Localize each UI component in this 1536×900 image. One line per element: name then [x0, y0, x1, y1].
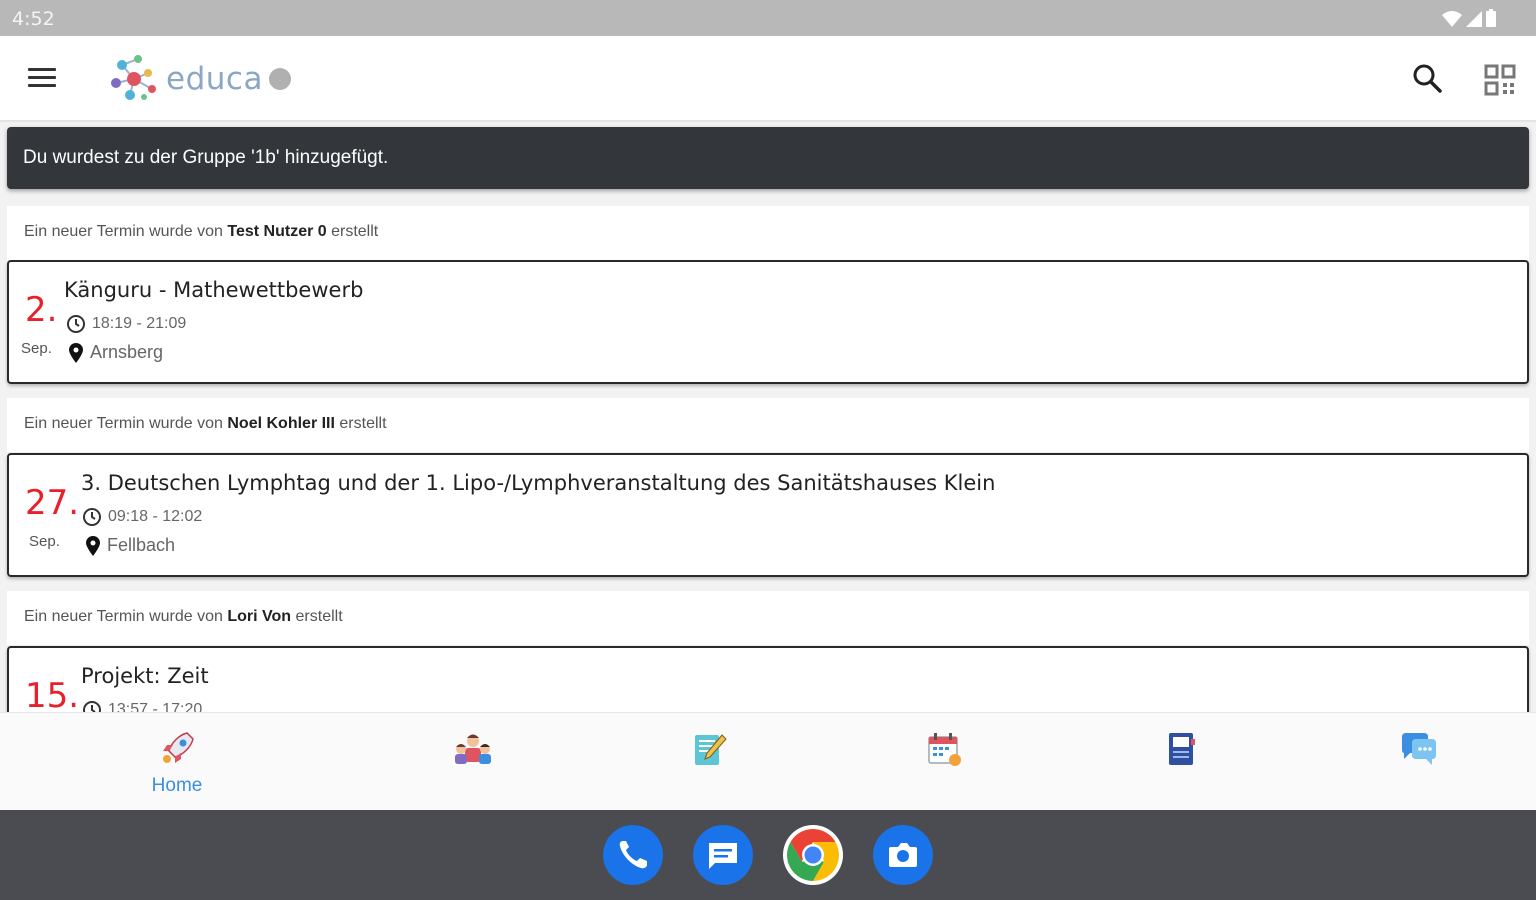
notice-author: Lori Von [227, 608, 292, 625]
event-month: Sep. [29, 533, 60, 550]
nav-chat[interactable] [1300, 713, 1536, 811]
clock-icon [83, 508, 101, 526]
qr-code-icon [1484, 64, 1516, 96]
event-month: Sep. [21, 340, 52, 357]
event-time-text: 09:18 - 12:02 [108, 508, 203, 525]
event-title: Projekt: Zeit [81, 664, 209, 688]
status-dot [268, 68, 291, 90]
logo-text: educa [166, 61, 263, 97]
snackbar: Du wurdest zu der Gruppe '1b' hinzugefüg… [7, 127, 1529, 189]
camera-app[interactable] [873, 825, 933, 885]
event-time: 13:57 - 17:20 [82, 700, 202, 712]
menu-icon-line [28, 84, 56, 87]
status-time: 4:52 [12, 8, 55, 30]
nav-groups[interactable] [355, 713, 591, 811]
event-time-text: 18:19 - 21:09 [92, 315, 187, 332]
clock-icon [83, 701, 101, 712]
event-card[interactable]: 15. Projekt: Zeit 13:57 - 17:20 [7, 646, 1529, 712]
book-icon [1169, 733, 1195, 765]
menu-icon-line [28, 68, 56, 71]
calendar-icon [928, 733, 961, 766]
camera-icon [889, 843, 917, 867]
event-day: 2. [25, 290, 58, 330]
search-button[interactable] [1410, 61, 1446, 97]
signal-icon [1466, 11, 1482, 27]
notice-author: Noel Kohler III [227, 415, 335, 432]
event-location: Arnsberg [68, 342, 163, 363]
bottom-navigation: Home [0, 712, 1536, 810]
menu-icon-line [28, 76, 56, 79]
wifi-icon [1442, 11, 1462, 27]
nav-home[interactable]: Home [59, 713, 295, 811]
system-dock [0, 810, 1536, 900]
feed-notice: Ein neuer Termin wurde von Test Nutzer 0… [7, 206, 1529, 260]
event-time: 18:19 - 21:09 [66, 314, 186, 334]
event-card[interactable]: 2. Sep. Känguru - Mathewettbewerb 18:19 … [7, 260, 1529, 384]
nav-home-label: Home [151, 775, 203, 796]
activity-feed[interactable]: Ein neuer Termin wurde von Test Nutzer 0… [0, 196, 1536, 712]
app-bar: educa [0, 36, 1536, 122]
event-title: Känguru - Mathewettbewerb [64, 278, 364, 302]
feed-notice: Ein neuer Termin wurde von Noel Kohler I… [7, 398, 1529, 452]
phone-app[interactable] [603, 825, 663, 885]
chat-icon [1402, 733, 1436, 765]
qr-scan-button[interactable] [1482, 62, 1518, 98]
logo-molecule-icon [111, 55, 156, 100]
battery-icon [1486, 9, 1496, 27]
menu-button[interactable] [26, 64, 58, 94]
location-pin-icon [86, 535, 100, 556]
feed-notice: Ein neuer Termin wurde von Lori Von erst… [7, 591, 1529, 645]
event-time-text: 13:57 - 17:20 [108, 701, 203, 712]
phone-icon [619, 841, 647, 869]
snackbar-message: Du wurdest zu der Gruppe '1b' hinzugefüg… [23, 147, 389, 168]
notice-text: Ein neuer Termin wurde von Lori Von erst… [24, 608, 343, 625]
status-icons [1442, 9, 1496, 27]
chrome-app[interactable] [783, 825, 843, 885]
notice-author: Test Nutzer 0 [227, 223, 327, 240]
notes-icon [695, 734, 727, 765]
rocket-icon [163, 732, 194, 763]
groups-icon [455, 734, 491, 764]
clock-icon [67, 315, 85, 333]
educa-logo: educa [108, 52, 291, 106]
location-pin-icon [69, 342, 83, 363]
event-day: 27. [25, 483, 80, 523]
event-location: Fellbach [85, 535, 175, 556]
event-day: 15. [25, 676, 80, 712]
nav-calendar[interactable] [826, 713, 1062, 811]
chrome-icon [783, 825, 843, 885]
search-icon [1413, 64, 1442, 93]
event-title: 3. Deutschen Lymphtag und der 1. Lipo-/L… [81, 471, 996, 495]
notice-text: Ein neuer Termin wurde von Noel Kohler I… [24, 415, 387, 432]
notice-text: Ein neuer Termin wurde von Test Nutzer 0… [24, 223, 379, 240]
status-bar: 4:52 [0, 0, 1536, 36]
event-time: 09:18 - 12:02 [82, 507, 202, 527]
event-card[interactable]: 27. Sep. 3. Deutschen Lymphtag und der 1… [7, 453, 1529, 577]
messages-icon [709, 843, 737, 869]
messages-app[interactable] [693, 825, 753, 885]
event-location-text: Arnsberg [90, 342, 164, 362]
nav-documents[interactable] [1063, 713, 1299, 811]
nav-notes[interactable] [590, 713, 826, 811]
event-location-text: Fellbach [107, 535, 176, 555]
